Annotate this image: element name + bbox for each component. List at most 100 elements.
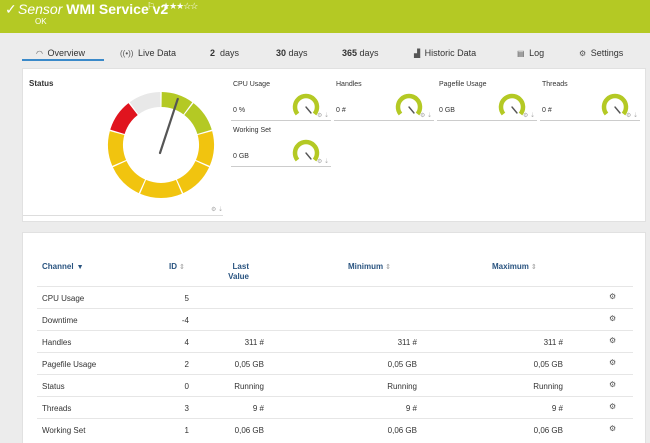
sort-icon: ⇕ bbox=[385, 264, 391, 271]
cell-maximum: 9 # bbox=[551, 404, 563, 413]
tab-365-days[interactable]: 365 days bbox=[342, 48, 379, 58]
mini-gauge-cpu-usage[interactable]: CPU Usage 0 % ⚙ ⇣ bbox=[231, 79, 331, 121]
cell-maximum: 0,06 GB bbox=[533, 426, 563, 435]
gauge-segment-yellow bbox=[176, 160, 210, 194]
gauge-segment-yellow bbox=[112, 160, 146, 194]
gauge-tools-icon[interactable]: ⚙ ⇣ bbox=[523, 112, 535, 119]
mini-gauge-pagefile-usage[interactable]: Pagefile Usage 0 GB ⚙ ⇣ bbox=[437, 79, 537, 121]
cell-channel: Handles bbox=[42, 338, 72, 347]
gauge-segment-yellow bbox=[195, 131, 214, 166]
column-header-maximum[interactable]: Maximum ⇕ bbox=[492, 262, 537, 271]
flag-icon[interactable]: ⚐ bbox=[147, 1, 155, 12]
cell-last-value: Running bbox=[234, 382, 264, 391]
mini-gauge-label: Handles bbox=[336, 81, 362, 88]
gauge-tools-icon[interactable]: ⚙ ⇣ bbox=[626, 112, 638, 119]
tab-live-data[interactable]: ((•)) Live Data bbox=[120, 48, 176, 58]
status-panel: Status ⚙ ⇣ CPU Usage 0 % ⚙ ⇣ Handles 0 #… bbox=[22, 68, 646, 222]
cell-id: -4 bbox=[181, 316, 189, 325]
sort-desc-icon: ▼ bbox=[76, 264, 84, 271]
gauge-tools-icon[interactable]: ⚙ ⇣ bbox=[317, 158, 329, 165]
mini-gauge-label: Threads bbox=[542, 81, 568, 88]
sort-icon: ⇕ bbox=[179, 264, 185, 271]
page-title: Sensor WMI Service v2 bbox=[18, 1, 168, 17]
gear-icon: ⚙ bbox=[579, 49, 587, 58]
cell-id: 4 bbox=[184, 338, 189, 347]
table-row[interactable]: Working Set 1 0,06 GB 0,06 GB 0,06 GB ⚙ bbox=[37, 418, 633, 440]
sort-icon: ⇕ bbox=[530, 264, 537, 271]
mini-gauge-threads[interactable]: Threads 0 # ⚙ ⇣ bbox=[540, 79, 640, 121]
cell-minimum: 0,05 GB bbox=[387, 360, 417, 369]
tab-overview[interactable]: ◠ Overview bbox=[36, 48, 85, 58]
cell-id: 5 bbox=[184, 294, 189, 303]
mini-gauge-working-set[interactable]: Working Set 0 GB ⚙ ⇣ bbox=[231, 125, 331, 167]
table-row[interactable]: Downtime -4 ⚙ bbox=[37, 308, 633, 330]
status-panel-title: Status bbox=[29, 79, 54, 88]
gauge-tools-icon[interactable]: ⚙ ⇣ bbox=[211, 206, 223, 213]
cell-channel: CPU Usage bbox=[42, 294, 85, 303]
column-header-channel[interactable]: Channel ▼ bbox=[42, 262, 84, 271]
cell-last-value: 9 # bbox=[252, 404, 264, 413]
gauge-segment-red bbox=[110, 103, 138, 135]
cell-maximum: Running bbox=[533, 382, 563, 391]
cell-channel: Threads bbox=[42, 404, 72, 413]
cell-last-value: 311 # bbox=[244, 338, 264, 347]
tab-bar: ◠ Overview ((•)) Live Data 2 days 30 day… bbox=[22, 44, 646, 62]
cell-channel: Downtime bbox=[42, 316, 78, 325]
table-row[interactable]: CPU Usage 5 ⚙ bbox=[37, 286, 633, 308]
cell-channel: Pagefile Usage bbox=[42, 360, 97, 369]
mini-gauge-value: 0 GB bbox=[233, 153, 249, 160]
tab-historic-data[interactable]: ▟ Historic Data bbox=[414, 48, 476, 58]
channel-settings-icon[interactable]: ⚙ bbox=[609, 292, 616, 301]
channel-settings-icon[interactable]: ⚙ bbox=[609, 314, 616, 323]
status-gauge bbox=[108, 92, 214, 198]
table-row[interactable]: Pagefile Usage 2 0,05 GB 0,05 GB 0,05 GB ⚙ bbox=[37, 352, 633, 374]
table-row[interactable]: Handles 4 311 # 311 # 311 # ⚙ bbox=[37, 330, 633, 352]
mini-gauge-label: Pagefile Usage bbox=[439, 81, 487, 88]
mini-gauge-label: CPU Usage bbox=[233, 81, 270, 88]
mini-gauge-value: 0 GB bbox=[439, 107, 455, 114]
overview-icon: ◠ bbox=[36, 49, 43, 58]
cell-minimum: 0,06 GB bbox=[387, 426, 417, 435]
active-tab-indicator bbox=[22, 59, 104, 61]
gauge-divider bbox=[23, 215, 223, 216]
column-header-minimum[interactable]: Minimum ⇕ bbox=[348, 262, 391, 271]
cell-last-value: 0,05 GB bbox=[234, 360, 264, 369]
status-text: OK bbox=[35, 17, 47, 26]
cell-maximum: 311 # bbox=[543, 338, 563, 347]
tab-log[interactable]: ▤ Log bbox=[517, 48, 544, 58]
cell-minimum: 311 # bbox=[397, 338, 417, 347]
mini-gauge-label: Working Set bbox=[233, 127, 271, 134]
gauge-tools-icon[interactable]: ⚙ ⇣ bbox=[420, 112, 432, 119]
live-data-icon: ((•)) bbox=[120, 49, 134, 58]
cell-id: 1 bbox=[184, 426, 189, 435]
tab-30-days[interactable]: 30 days bbox=[276, 48, 308, 58]
mini-gauge-value: 0 # bbox=[336, 107, 346, 114]
table-row[interactable]: Status 0 Running Running Running ⚙ bbox=[37, 374, 633, 396]
gauge-tools-icon[interactable]: ⚙ ⇣ bbox=[317, 112, 329, 119]
chart-icon: ▟ bbox=[414, 49, 421, 58]
tab-2-days[interactable]: 2 days bbox=[210, 48, 239, 58]
column-header-id[interactable]: ID ⇕ bbox=[169, 262, 185, 271]
mini-gauge-value: 0 # bbox=[542, 107, 552, 114]
channel-settings-icon[interactable]: ⚙ bbox=[609, 380, 616, 389]
cell-id: 0 bbox=[184, 382, 189, 391]
mini-gauge-handles[interactable]: Handles 0 # ⚙ ⇣ bbox=[334, 79, 434, 121]
channel-settings-icon[interactable]: ⚙ bbox=[609, 402, 616, 411]
gauge-segment-yellow bbox=[108, 131, 127, 166]
cell-id: 2 bbox=[184, 360, 189, 369]
gauge-segment-yellow bbox=[140, 179, 182, 198]
channels-table: Channel ▼ ID ⇕ Last Value Minimum ⇕ Maximum ⇕… bbox=[22, 232, 646, 443]
cell-last-value: 0,06 GB bbox=[234, 426, 264, 435]
column-header-last-value[interactable]: Last Value bbox=[213, 262, 249, 282]
cell-minimum: 9 # bbox=[405, 404, 417, 413]
table-row[interactable]: Threads 3 9 # 9 # 9 # ⚙ bbox=[37, 396, 633, 418]
priority-stars[interactable]: ★★★☆☆ bbox=[162, 1, 198, 12]
cell-channel: Working Set bbox=[42, 426, 86, 435]
channel-settings-icon[interactable]: ⚙ bbox=[609, 424, 616, 433]
tab-settings[interactable]: ⚙ Settings bbox=[579, 48, 623, 58]
channel-settings-icon[interactable]: ⚙ bbox=[609, 336, 616, 345]
sensor-header: ✓ Sensor WMI Service v2 ⚐ ★★★☆☆ OK bbox=[0, 0, 650, 33]
check-icon: ✓ bbox=[5, 1, 17, 17]
channel-settings-icon[interactable]: ⚙ bbox=[609, 358, 616, 367]
cell-id: 3 bbox=[184, 404, 189, 413]
